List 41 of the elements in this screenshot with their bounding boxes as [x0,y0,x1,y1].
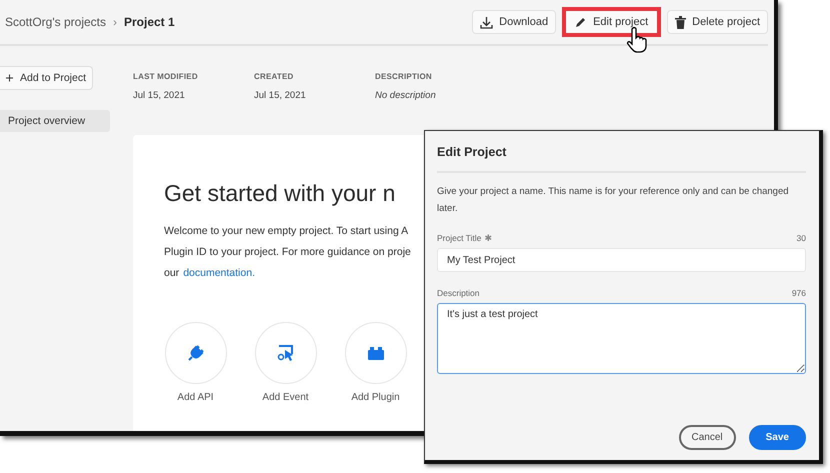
download-button[interactable]: Download [472,10,556,34]
required-mark: ✱ [484,233,492,243]
meta-label: DESCRIPTION [375,72,433,81]
paragraph-line: our [164,266,180,281]
documentation-link[interactable]: documentation. [183,265,255,282]
delete-button[interactable]: Delete project [667,10,768,34]
hand-cursor-icon [626,26,648,53]
cursor-gear-icon [276,344,294,362]
tile-label: Add API [177,392,214,403]
meta-label: LAST MODIFIED [133,72,199,81]
dialog-title: Edit Project [437,145,806,173]
breadcrumb-link[interactable]: ScottOrg's projects [5,15,106,29]
breadcrumb-separator: › [113,15,117,29]
meta-label: CREATED [254,72,294,81]
paragraph-line: Welcome to your new empty project. To start using A [164,224,408,239]
add-to-project-button[interactable]: Add to Project [0,66,93,90]
meta-value: Jul 15, 2021 [133,90,186,101]
meta-value: Jul 15, 2021 [254,90,307,101]
cancel-button[interactable]: Cancel [678,425,736,450]
paragraph-line: Plugin ID to your project. For more guidance on proje [164,245,411,260]
field-label: Description [437,288,480,298]
description-field[interactable]: It's just a test project [437,303,806,374]
edit-button[interactable]: Edit project [562,7,662,37]
meta-value: No description [375,90,437,101]
plug-icon [186,344,204,362]
tile-label: Add Plugin [351,392,400,403]
tile-label: Add Event [262,392,309,403]
character-counter: 976 [792,288,806,298]
field-label: Project Title [437,233,482,243]
sidebar-item[interactable]: Project overview [0,110,110,132]
save-button[interactable]: Save [748,425,806,450]
brick-icon [366,346,384,360]
pencil-icon [575,16,588,28]
plus-icon [6,73,14,83]
download-icon [480,16,494,28]
trash-icon [675,16,686,28]
breadcrumb-current: Project 1 [124,15,175,29]
title-field[interactable]: My Test Project [437,248,806,272]
character-counter: 30 [796,233,806,243]
dialog-description: Give your project a name. This name is for your reference only and can be changed later. [437,185,790,216]
card-heading: Get started with your n [164,180,396,207]
